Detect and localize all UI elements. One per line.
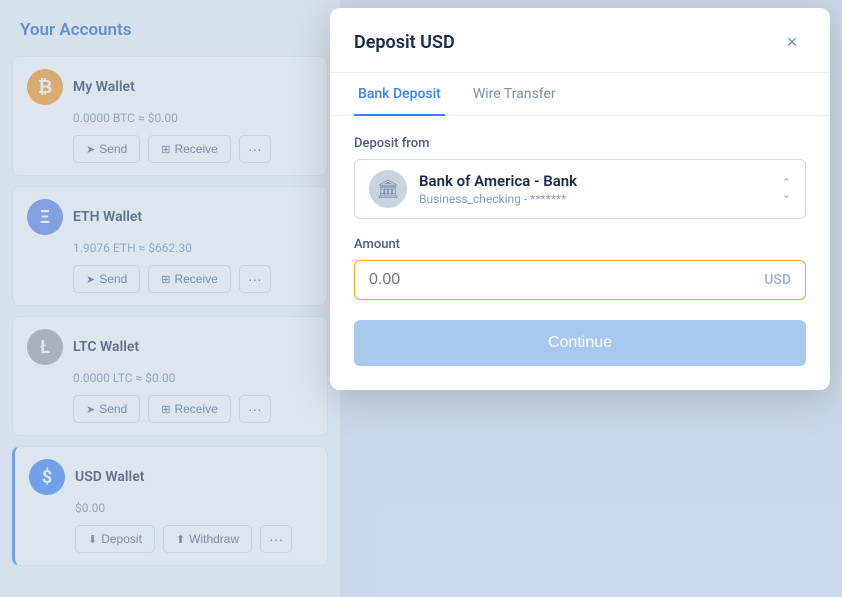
modal-title: Deposit USD — [354, 32, 455, 53]
amount-input-wrapper: USD — [354, 260, 806, 300]
amount-input[interactable] — [369, 271, 764, 289]
continue-button[interactable]: Continue — [354, 320, 806, 366]
deposit-modal: Deposit USD × Bank Deposit Wire Transfer… — [330, 8, 830, 390]
modal-header: Deposit USD × — [330, 8, 830, 73]
currency-label: USD — [764, 272, 791, 288]
bank-info: Bank of America - Bank Business_checking… — [419, 172, 782, 206]
close-button[interactable]: × — [778, 28, 806, 56]
amount-label: Amount — [354, 237, 806, 252]
bank-selector[interactable]: 🏛 Bank of America - Bank Business_checki… — [354, 159, 806, 219]
chevron-updown-icon: ⌃ ⌄ — [782, 177, 791, 201]
deposit-from-label: Deposit from — [354, 136, 806, 151]
modal-tabs: Bank Deposit Wire Transfer — [330, 73, 830, 116]
bank-name: Bank of America - Bank — [419, 172, 782, 190]
bank-building-icon: 🏛 — [369, 170, 407, 208]
amount-section: Amount USD — [354, 237, 806, 300]
tab-wire-transfer[interactable]: Wire Transfer — [469, 74, 560, 116]
modal-body: Deposit from 🏛 Bank of America - Bank Bu… — [330, 116, 830, 390]
tab-bank-deposit[interactable]: Bank Deposit — [354, 74, 445, 116]
bank-subtext: Business_checking - ******* — [419, 192, 782, 206]
